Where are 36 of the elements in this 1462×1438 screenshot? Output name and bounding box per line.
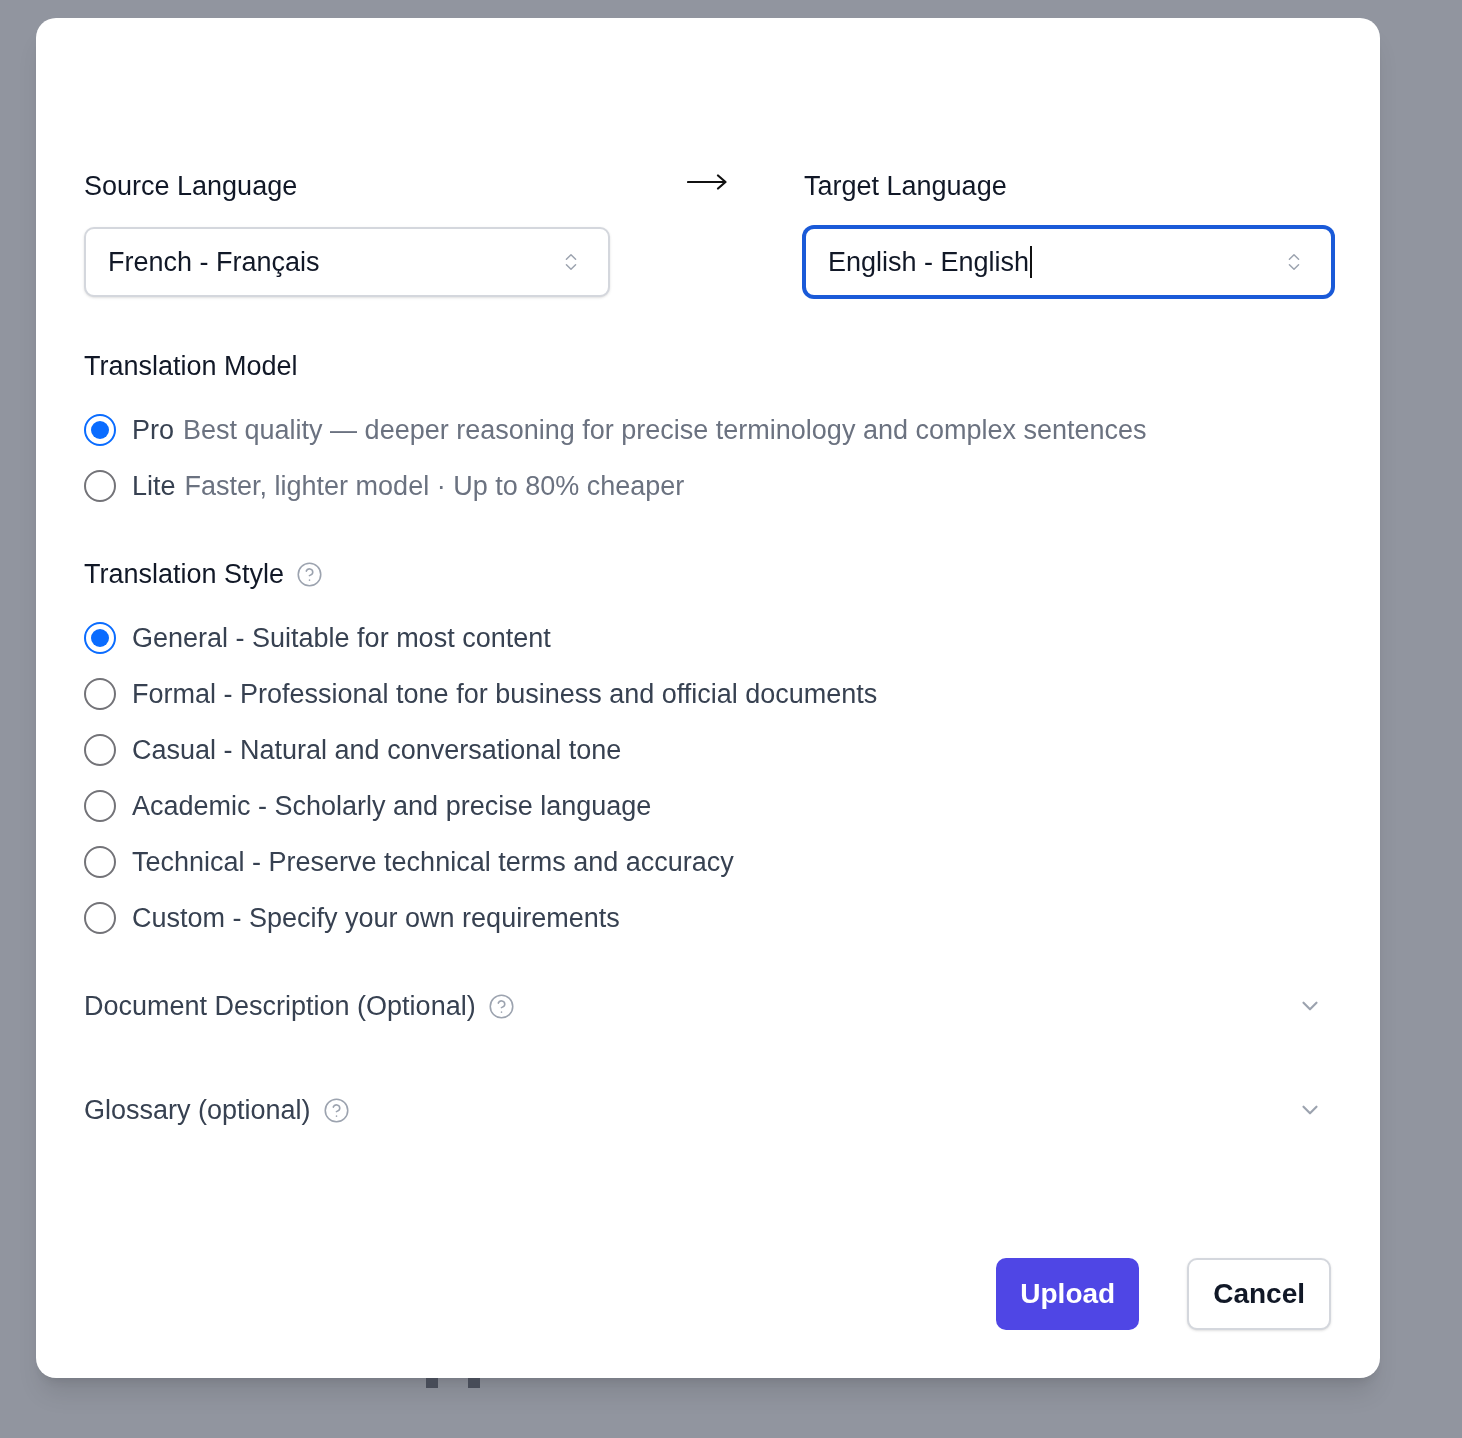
language-select[interactable]: English - English bbox=[804, 227, 1333, 297]
radio-button[interactable] bbox=[84, 790, 116, 822]
section-heading: Translation Style bbox=[84, 558, 285, 590]
option-label: General - Suitable for most content bbox=[132, 622, 551, 654]
radio-button[interactable] bbox=[84, 846, 116, 878]
select-value: French - Français bbox=[108, 246, 320, 278]
accordion-title[interactable]: Document Description (Optional) bbox=[84, 990, 476, 1022]
radio-button[interactable] bbox=[84, 470, 116, 502]
help-icon[interactable] bbox=[322, 1096, 350, 1124]
section-heading: Translation Model bbox=[84, 350, 298, 382]
partial-glyph-drawing bbox=[426, 1378, 480, 1388]
option-label: Custom - Specify your own requirements bbox=[132, 902, 620, 934]
language-select[interactable]: French - Français bbox=[84, 227, 610, 297]
accordion-title[interactable]: Glossary (optional) bbox=[84, 1094, 311, 1126]
field-label: Target Language bbox=[804, 170, 1008, 202]
text-cursor bbox=[1030, 246, 1033, 278]
field-label: Source Language bbox=[84, 170, 299, 202]
select-value: English - English bbox=[828, 246, 1030, 278]
option-name: Lite bbox=[132, 470, 176, 502]
radio-button[interactable] bbox=[84, 902, 116, 934]
radio-button[interactable] bbox=[84, 678, 116, 710]
help-icon[interactable] bbox=[487, 992, 515, 1020]
cancel-button[interactable]: Cancel bbox=[1187, 1258, 1331, 1330]
help-icon[interactable] bbox=[296, 560, 324, 588]
option-label: Technical - Preserve technical terms and accuracy bbox=[132, 846, 734, 878]
option-description: Faster, lighter model · Up to 80% cheaper bbox=[184, 470, 685, 502]
radio-button[interactable] bbox=[84, 734, 116, 766]
option-description: Best quality — deeper reasoning for precise terminology and complex sentences bbox=[183, 414, 1147, 446]
option-name: Pro bbox=[132, 414, 175, 446]
right-arrow-icon bbox=[687, 174, 727, 190]
option-label: Casual - Natural and conversational tone bbox=[132, 734, 622, 766]
radio-button[interactable] bbox=[84, 622, 116, 654]
option-label: Formal - Professional tone for business and official documents bbox=[132, 678, 878, 710]
upload-button[interactable]: Upload bbox=[996, 1258, 1140, 1330]
radio-button[interactable] bbox=[84, 414, 116, 446]
option-label: Academic - Scholarly and precise language bbox=[132, 790, 652, 822]
